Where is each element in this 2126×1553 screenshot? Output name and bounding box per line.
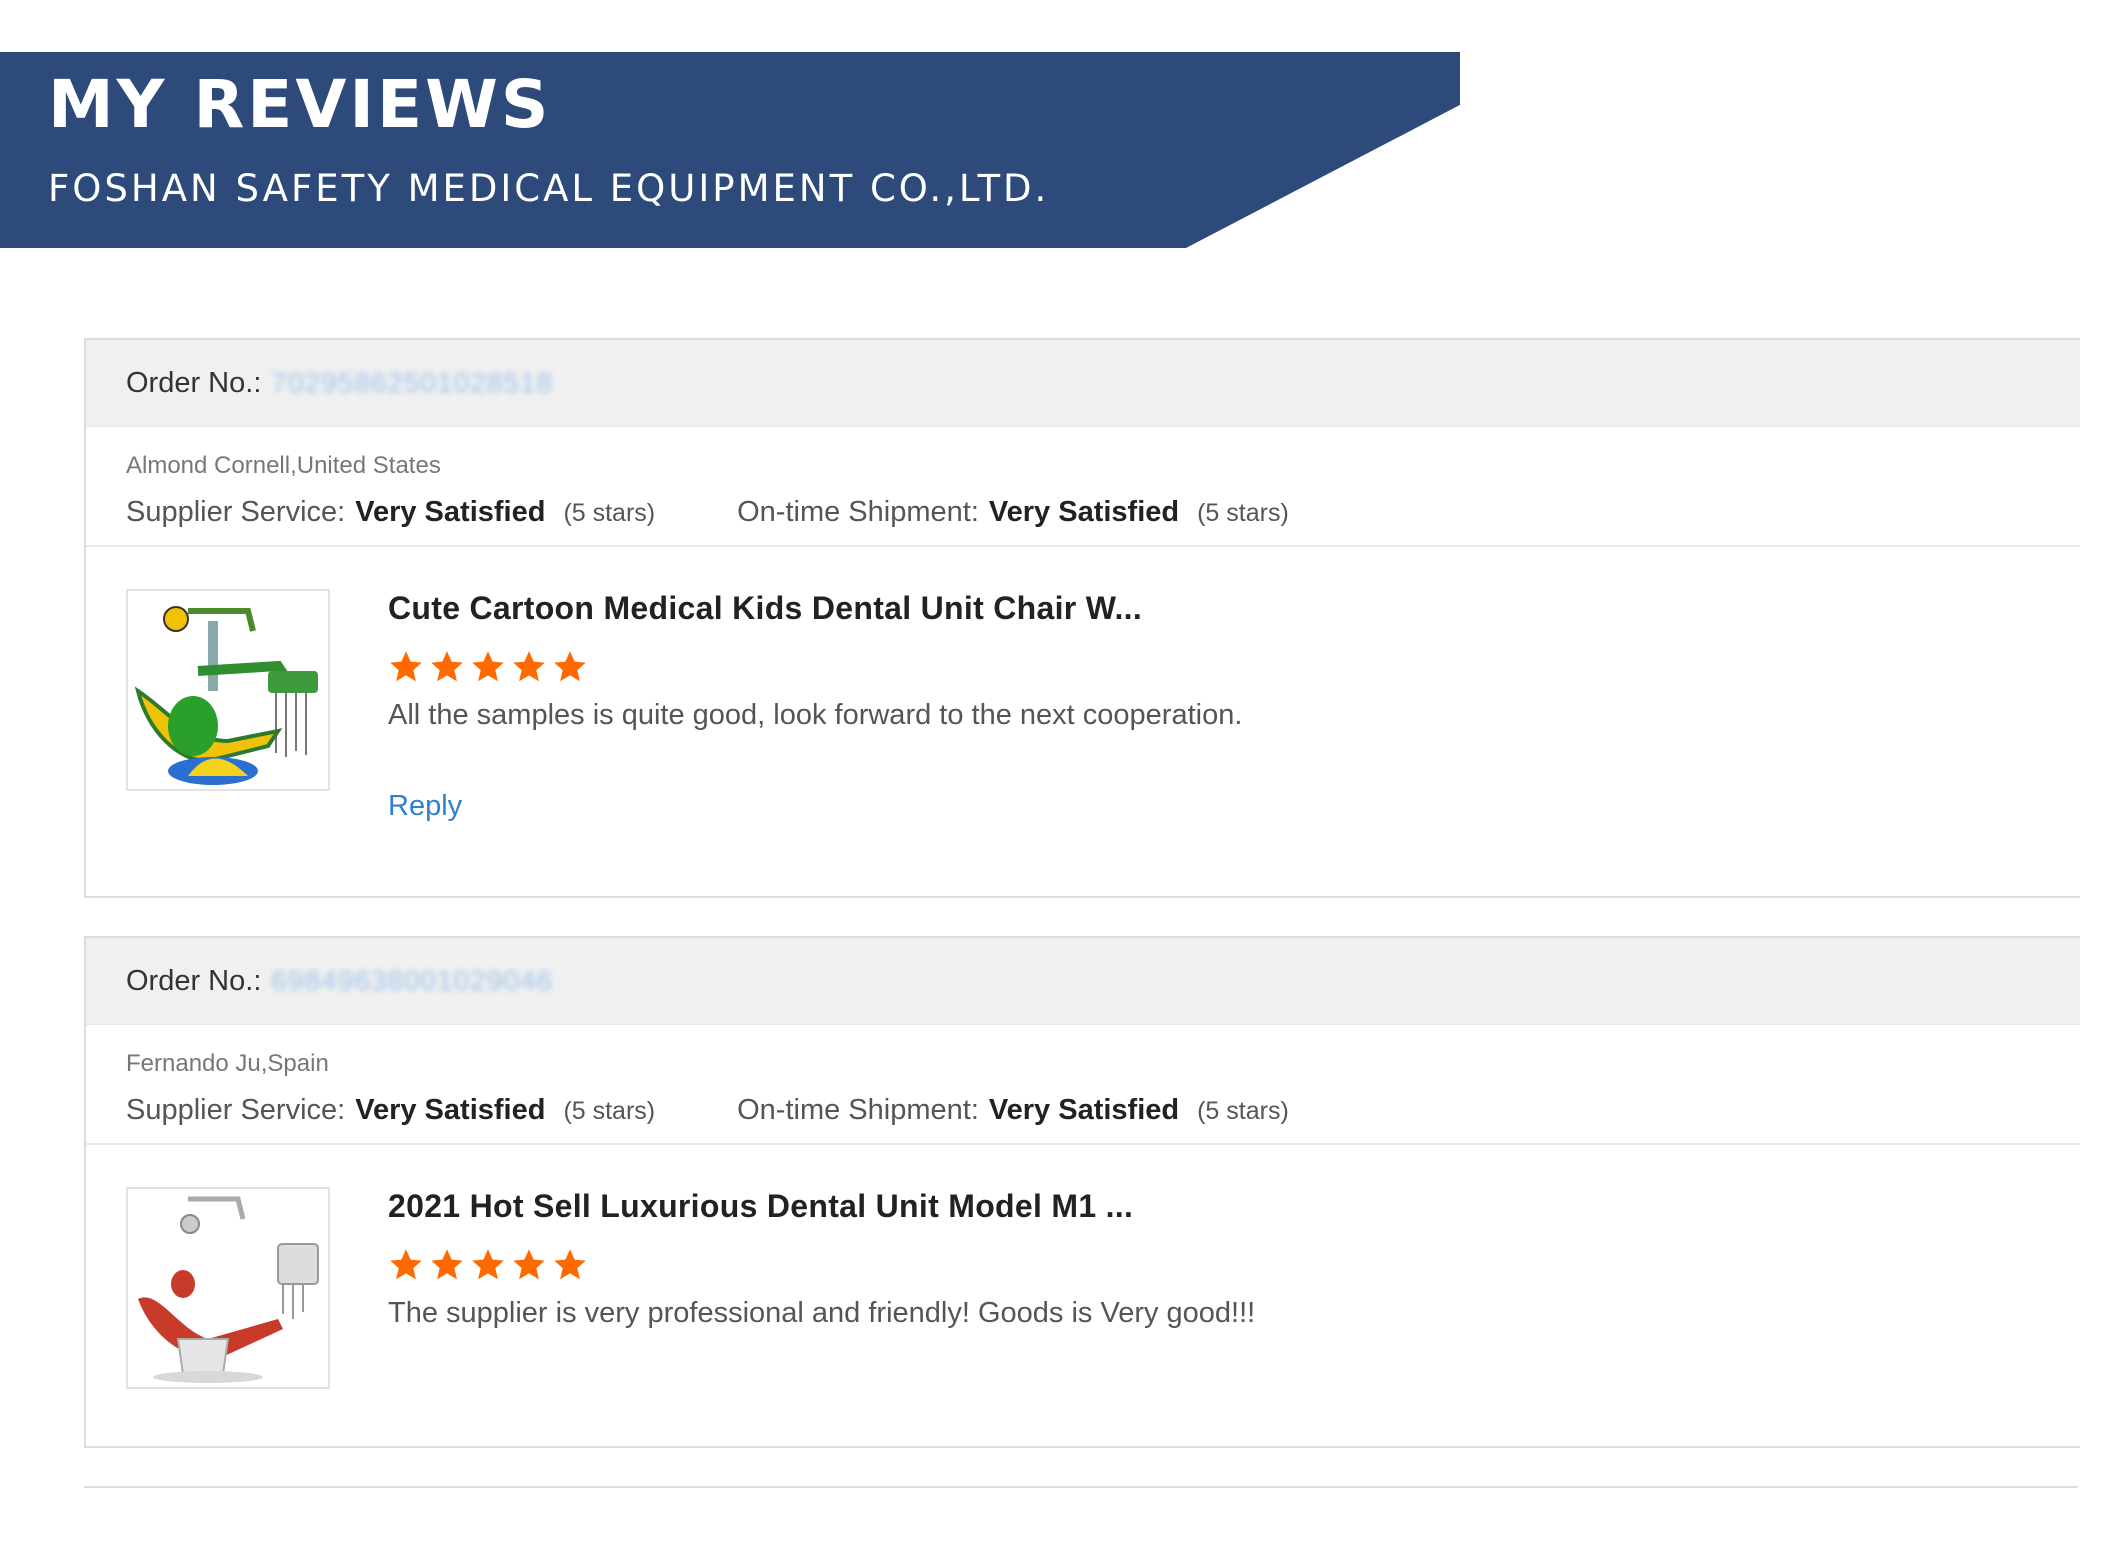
ratings-row: Supplier Service: Very Satisfied (5 star… <box>126 1094 2080 1127</box>
order-label: Order No.: <box>126 964 262 997</box>
review-content: Cute Cartoon Medical Kids Dental Unit Ch… <box>388 589 1242 823</box>
company-name: FOSHAN SAFETY MEDICAL EQUIPMENT CO.,LTD. <box>48 167 1050 210</box>
order-label: Order No.: <box>126 366 262 399</box>
review-card: Order No.: 70295862501028518 Almond Corn… <box>84 338 2080 898</box>
reply-link[interactable]: Reply <box>388 790 1242 823</box>
star-icon <box>390 1249 422 1280</box>
review-meta: Fernando Ju,Spain Supplier Service: Very… <box>86 1025 2080 1145</box>
shipment-stars: (5 stars) <box>1197 499 1289 527</box>
supplier-service-value: Very Satisfied <box>355 496 546 528</box>
page-title: MY REVIEWS <box>48 66 552 143</box>
star-icon <box>431 1249 463 1280</box>
supplier-service-label: Supplier Service: <box>126 1094 346 1126</box>
supplier-service-stars: (5 stars) <box>563 499 656 527</box>
shipment-label: On-time Shipment: <box>737 1094 979 1126</box>
divider <box>84 1486 2078 1488</box>
star-rating <box>388 649 1242 685</box>
star-icon <box>513 651 545 682</box>
review-body: 2021 Hot Sell Luxurious Dental Unit Mode… <box>86 1145 2080 1465</box>
supplier-service-value: Very Satisfied <box>355 1094 546 1126</box>
buyer-name: Almond Cornell,United States <box>126 452 441 479</box>
ratings-row: Supplier Service: Very Satisfied (5 star… <box>126 496 2080 529</box>
review-comment: The supplier is very professional and fr… <box>388 1297 1256 1330</box>
star-icon <box>472 651 504 682</box>
shipment-label: On-time Shipment: <box>737 496 979 528</box>
star-icon <box>431 651 463 682</box>
star-icon <box>554 1249 586 1280</box>
star-icon <box>472 1249 504 1280</box>
review-comment: All the samples is quite good, look forw… <box>388 699 1243 732</box>
star-icon <box>513 1249 545 1280</box>
supplier-service-label: Supplier Service: <box>126 496 346 528</box>
product-title-link[interactable]: 2021 Hot Sell Luxurious Dental Unit Mode… <box>388 1187 1255 1225</box>
shipment-value: Very Satisfied <box>988 1094 1180 1126</box>
star-icon <box>554 651 586 682</box>
shipment-stars: (5 stars) <box>1197 1097 1289 1125</box>
order-header: Order No.: 69849638001029046 <box>86 938 2080 1025</box>
review-card: Order No.: 69849638001029046 Fernando Ju… <box>84 936 2080 1448</box>
review-meta: Almond Cornell,United States Supplier Se… <box>86 427 2080 547</box>
shipment-value: Very Satisfied <box>988 496 1180 528</box>
review-content: 2021 Hot Sell Luxurious Dental Unit Mode… <box>388 1187 1255 1330</box>
order-header: Order No.: 70295862501028518 <box>86 340 2080 427</box>
review-body: Cute Cartoon Medical Kids Dental Unit Ch… <box>86 547 2080 867</box>
order-number[interactable]: 70295862501028518 <box>271 367 553 399</box>
dental-unit-chair-image[interactable] <box>126 1187 330 1389</box>
star-icon <box>390 651 422 682</box>
star-rating <box>388 1247 1255 1283</box>
supplier-service-stars: (5 stars) <box>563 1097 656 1125</box>
kids-dental-chair-image[interactable] <box>126 589 330 791</box>
product-title-link[interactable]: Cute Cartoon Medical Kids Dental Unit Ch… <box>388 589 1242 627</box>
order-number[interactable]: 69849638001029046 <box>271 965 553 997</box>
buyer-name: Fernando Ju,Spain <box>126 1050 329 1077</box>
